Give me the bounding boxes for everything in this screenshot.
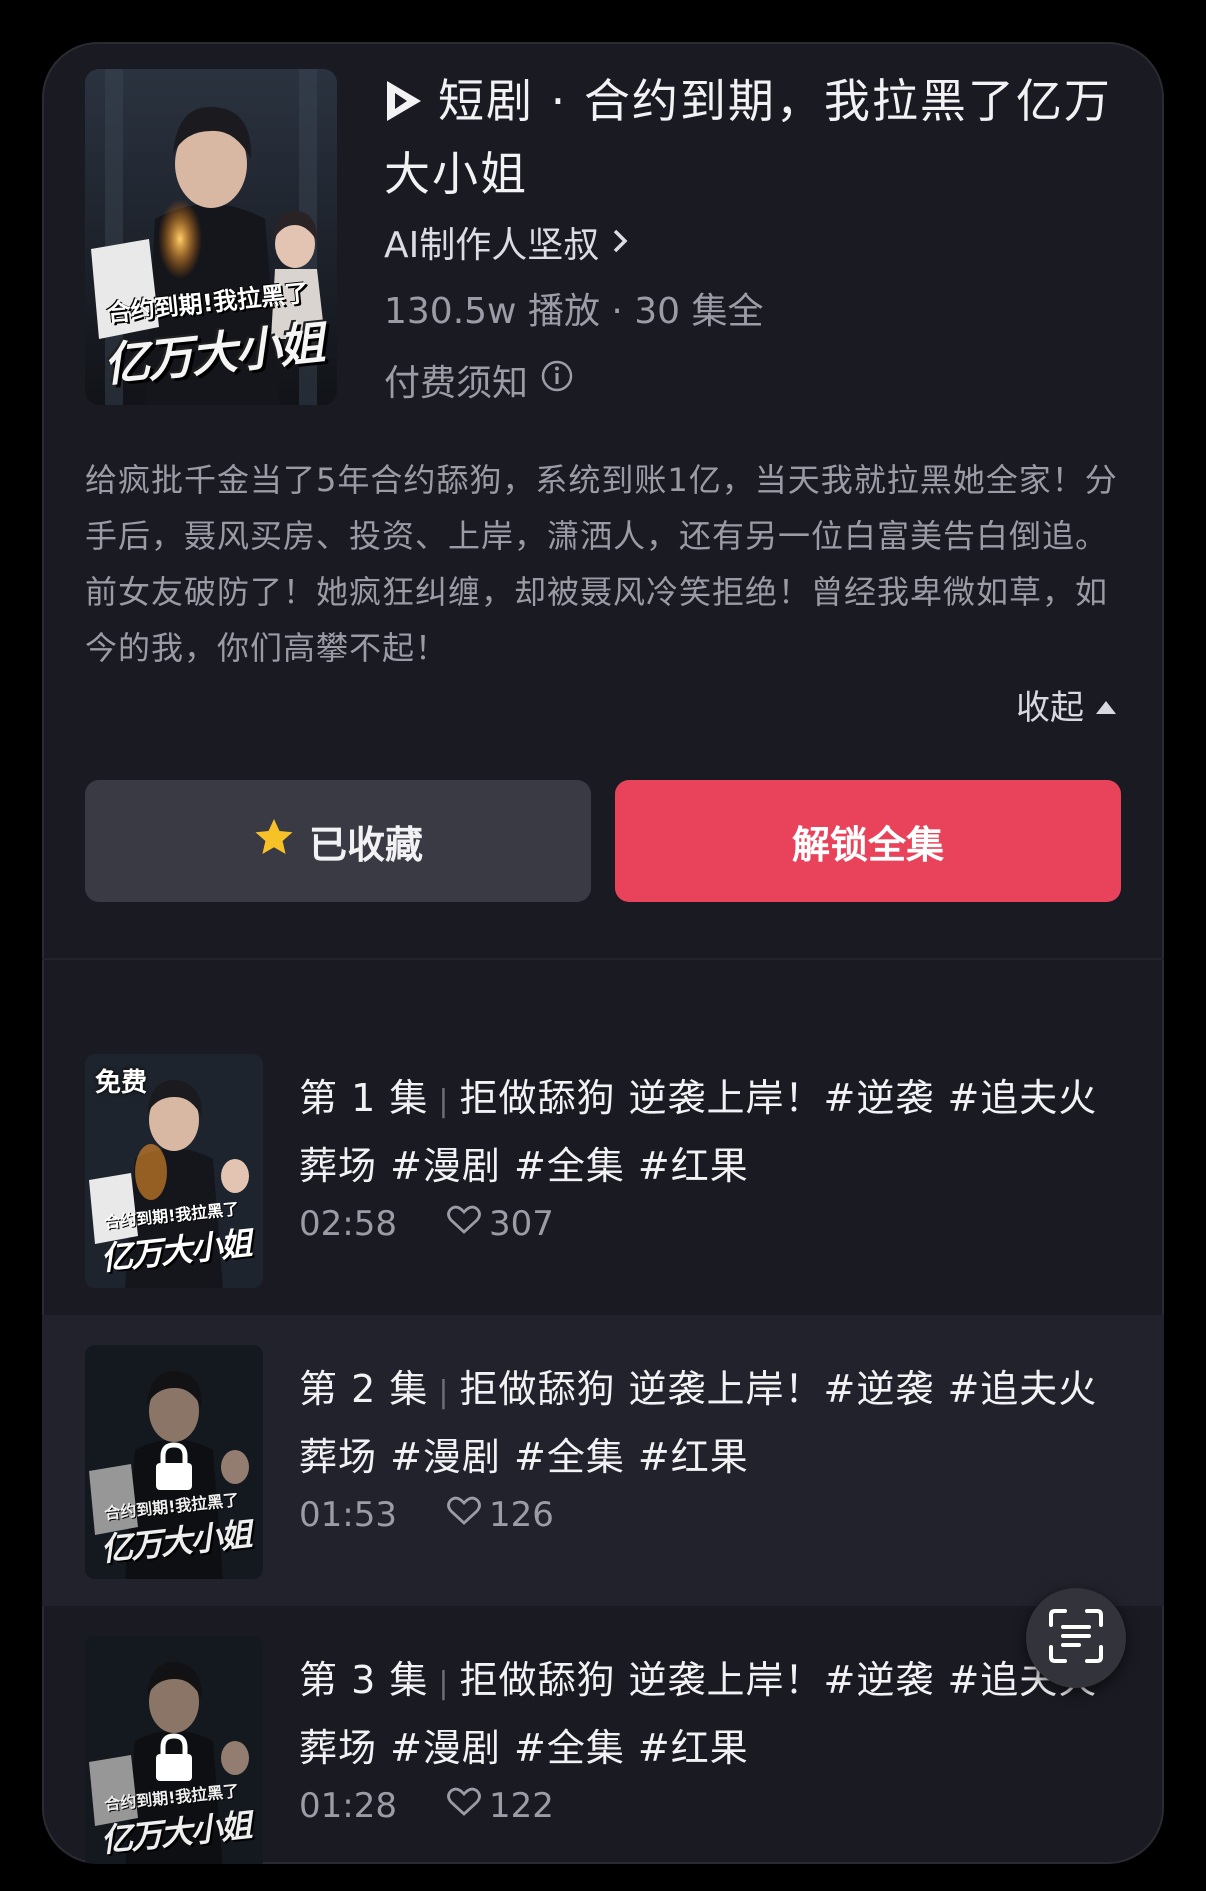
play-stats: 130.5w 播放 · 30 集全 [384, 291, 764, 332]
free-badge: 免费 [95, 1068, 148, 1098]
scan-text-button[interactable] [1026, 1588, 1126, 1688]
creator-link[interactable]: AI制作人坚叔 [384, 216, 629, 268]
episode-item[interactable]: 合约到期!我拉黑了 亿万大小姐 第 2 集 | 拒做舔狗 逆袭上岸！#逆袭 #追夫火… [42, 1315, 1164, 1606]
episode-number: 第 3 集 [299, 1658, 429, 1702]
episode-title: 第 1 集 | 拒做舔狗 逆袭上岸！#逆袭 #追夫火葬场 #漫剧 #全集 #红果 [299, 1066, 1129, 1198]
separator: | [438, 1084, 450, 1119]
payment-notice-label: 付费须知 [384, 363, 529, 404]
like-count: 122 [488, 1786, 554, 1826]
collapse-label: 收起 [1016, 688, 1084, 728]
unlock-all-button[interactable]: 解锁全集 [615, 780, 1121, 902]
episode-likes: 126 [447, 1495, 554, 1535]
favorite-label: 已收藏 [308, 822, 423, 867]
separator: | [438, 1666, 450, 1701]
chevron-right-icon [611, 222, 629, 263]
episode-title: 第 2 集 | 拒做舔狗 逆袭上岸！#逆袭 #追夫火葬场 #漫剧 #全集 #红果 [299, 1357, 1129, 1489]
unlock-label: 解锁全集 [791, 822, 944, 867]
episode-number: 第 2 集 [299, 1367, 429, 1411]
episode-thumbnail: 合约到期!我拉黑了 亿万大小姐 免费 [85, 1054, 263, 1288]
scan-text-icon [1047, 1607, 1105, 1669]
caret-up-icon [1094, 685, 1118, 725]
creator-name: AI制作人坚叔 [384, 225, 600, 266]
like-count: 126 [488, 1495, 554, 1535]
like-count: 307 [488, 1204, 554, 1244]
favorite-button[interactable]: 已收藏 [85, 780, 591, 902]
drama-description: 给疯批千金当了5年合约舔狗，系统到账1亿，当天我就拉黑她全家！分手后，聂风买房、… [85, 461, 1118, 667]
heart-icon [447, 1786, 481, 1826]
episode-item[interactable]: 合约到期!我拉黑了 亿万大小姐 免费 第 1 集 | 拒做舔狗 逆袭上岸！#逆袭 #… [42, 1024, 1164, 1315]
episode-meta: 01:28 122 [299, 1786, 554, 1826]
star-icon [253, 817, 295, 866]
play-logo-icon [384, 74, 424, 141]
separator: | [438, 1375, 450, 1410]
episode-meta: 02:58 307 [299, 1204, 554, 1244]
episode-meta: 01:53 126 [299, 1495, 554, 1535]
drama-title-text: 短剧 · 合约到期，我拉黑了亿万大小姐 [384, 74, 1112, 201]
episode-title: 第 3 集 | 拒做舔狗 逆袭上岸！#逆袭 #追夫火葬场 #漫剧 #全集 #红果 [299, 1648, 1129, 1780]
episode-likes: 122 [447, 1786, 554, 1826]
drama-title: 短剧 · 合约到期，我拉黑了亿万大小姐 [384, 68, 1124, 208]
collapse-button[interactable]: 收起 [1016, 680, 1118, 729]
info-icon [540, 359, 574, 402]
payment-notice[interactable]: 付费须知 [384, 354, 574, 406]
drama-detail-card: 合约到期!我拉黑了 亿万大小姐 短剧 · 合约到期，我拉黑了亿万大小姐 AI制作… [42, 42, 1164, 1864]
heart-icon [447, 1204, 481, 1244]
lock-icon [153, 1733, 195, 1787]
episode-likes: 307 [447, 1204, 554, 1244]
episode-thumbnail: 合约到期!我拉黑了 亿万大小姐 [85, 1345, 263, 1579]
episode-thumbnail: 合约到期!我拉黑了 亿万大小姐 [85, 1636, 263, 1864]
divider [42, 958, 1164, 960]
heart-icon [447, 1495, 481, 1535]
episode-number: 第 1 集 [299, 1076, 429, 1120]
lock-icon [153, 1442, 195, 1496]
episode-item[interactable]: 合约到期!我拉黑了 亿万大小姐 第 3 集 | 拒做舔狗 逆袭上岸！#逆袭 #追夫火… [42, 1606, 1164, 1864]
episode-duration: 01:53 [299, 1495, 397, 1535]
drama-cover[interactable]: 合约到期!我拉黑了 亿万大小姐 [85, 69, 337, 405]
episode-duration: 02:58 [299, 1204, 397, 1244]
episode-duration: 01:28 [299, 1786, 397, 1826]
